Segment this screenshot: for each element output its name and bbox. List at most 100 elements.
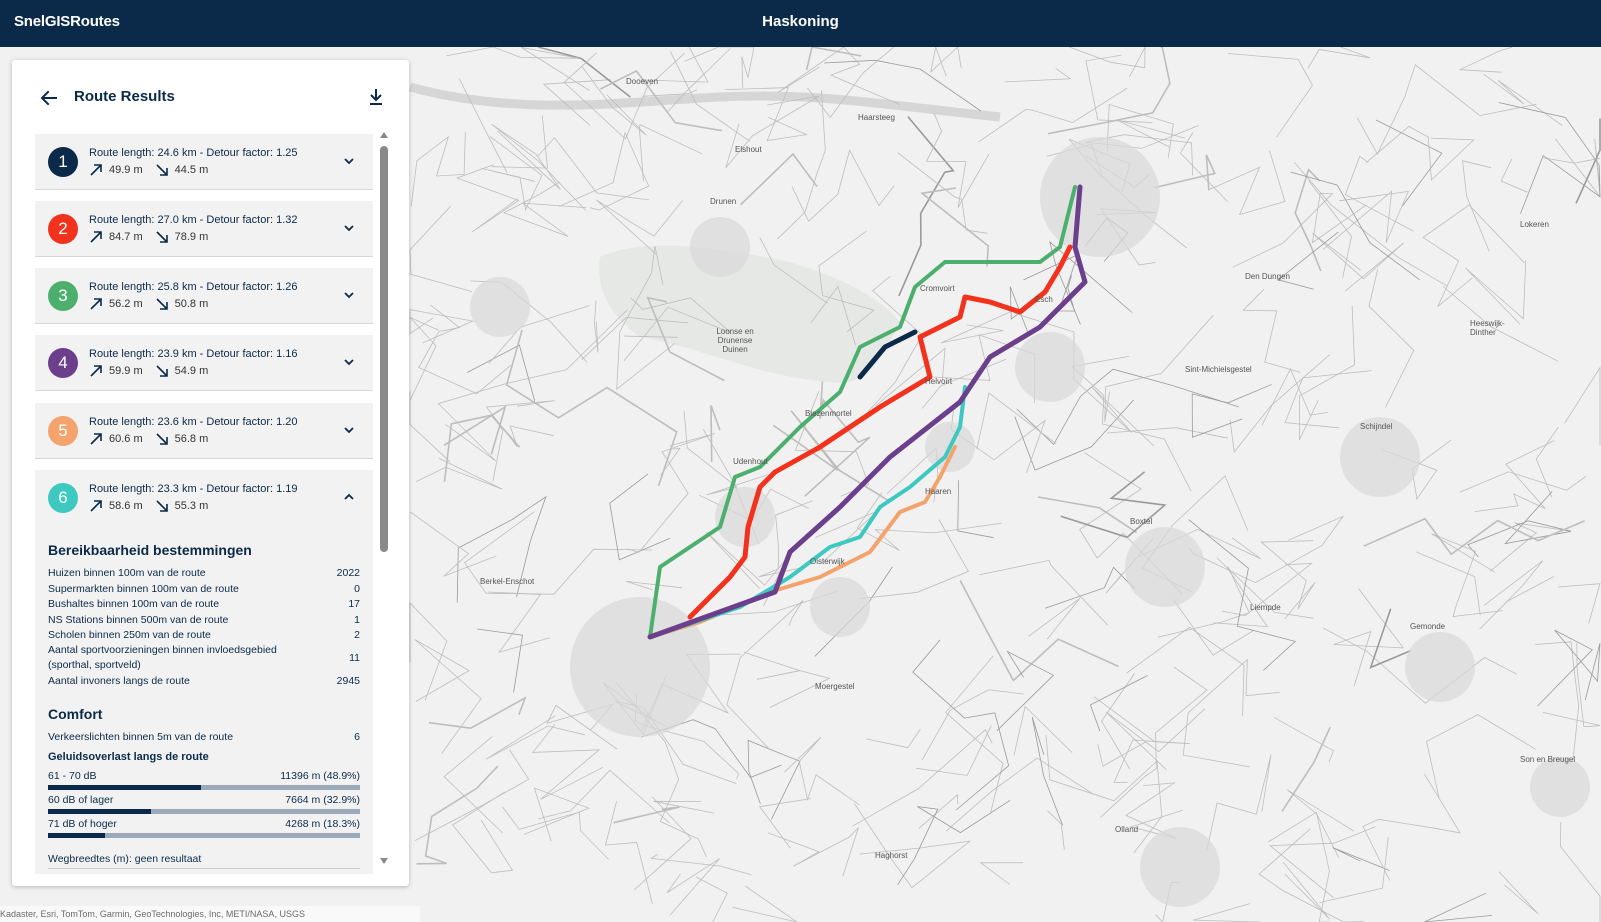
route-card[interactable]: 6 Route length: 23.3 km - Detour factor:…	[35, 470, 373, 526]
road	[1498, 102, 1601, 214]
panel-scrollbar[interactable]	[378, 132, 390, 872]
row-label: Aantal sportvoorzieningen binnen invloed…	[48, 644, 277, 671]
road	[854, 803, 972, 889]
row-value: 17	[348, 598, 360, 610]
road	[940, 311, 1011, 344]
road	[1207, 150, 1286, 216]
ascent-value: 49.9 m	[109, 164, 143, 176]
road	[1116, 119, 1186, 148]
ascent-icon	[90, 365, 102, 377]
road	[1228, 53, 1313, 138]
road	[747, 739, 801, 820]
road	[978, 87, 1128, 143]
scroll-down-arrow[interactable]	[380, 858, 388, 864]
road	[1465, 260, 1527, 325]
chevron-down-icon[interactable]	[342, 221, 356, 235]
road	[1089, 675, 1148, 732]
descent-value: 55.3 m	[174, 500, 209, 512]
road	[1047, 810, 1065, 850]
road	[415, 749, 530, 841]
road	[1557, 583, 1601, 624]
download-button[interactable]	[366, 86, 386, 108]
noise-bar-row: 61 - 70 dB 11396 m (48.9%)	[48, 770, 360, 792]
road	[794, 391, 870, 497]
chevron-down-icon[interactable]	[342, 355, 356, 369]
ascent-icon	[90, 433, 102, 445]
road	[767, 827, 859, 877]
map-place-label: Biezenmortel	[805, 409, 852, 418]
route-card[interactable]: 3 Route length: 25.8 km - Detour factor:…	[35, 268, 373, 324]
road	[481, 136, 543, 211]
route-card[interactable]: 4 Route length: 23.9 km - Detour factor:…	[35, 335, 373, 391]
road	[1416, 551, 1481, 615]
map-place-label: Gemonde	[1410, 622, 1446, 631]
road	[1213, 567, 1269, 628]
ascent-icon	[90, 500, 102, 512]
map-attribution: Kadaster, Esri, TomTom, Garmin, GeoTechn…	[0, 906, 420, 922]
comfort-title: Comfort	[48, 706, 103, 722]
back-button[interactable]	[38, 87, 60, 109]
ascent-value: 59.9 m	[109, 365, 143, 377]
road	[852, 729, 993, 827]
chevron-down-icon[interactable]	[342, 288, 356, 302]
noise-bar-track	[48, 809, 360, 814]
road	[443, 414, 521, 482]
town-area	[1125, 527, 1205, 607]
route-elevation: 56.2 m 50.8 m	[89, 297, 220, 310]
row-value: 2945	[336, 675, 360, 687]
scroll-thumb[interactable]	[380, 146, 388, 552]
road	[1375, 119, 1443, 207]
descent-icon	[156, 500, 168, 512]
road	[650, 853, 752, 876]
road	[1319, 836, 1389, 903]
route-summary: Route length: 23.3 km - Detour factor: 1…	[89, 483, 298, 495]
road	[1535, 641, 1580, 760]
road-network	[409, 47, 1601, 922]
ascent-value: 60.6 m	[109, 433, 143, 445]
top-bar: SnelGISRoutes Haskoning	[0, 0, 1601, 47]
descent-icon	[156, 231, 168, 243]
road	[446, 47, 590, 91]
road	[1182, 658, 1280, 768]
road	[1365, 125, 1475, 181]
road	[1013, 705, 1073, 756]
town-area	[470, 277, 530, 337]
route-card[interactable]: 2 Route length: 27.0 km - Detour factor:…	[35, 201, 373, 257]
road	[477, 628, 523, 693]
route-number-badge: 1	[48, 147, 78, 177]
road	[1268, 826, 1376, 899]
road	[1028, 597, 1081, 640]
map-place-label: Oisterwijk	[810, 557, 845, 566]
chevron-up-icon[interactable]	[342, 490, 356, 504]
map-place-label: Boxtel	[1130, 517, 1153, 526]
road	[1542, 642, 1601, 728]
road	[1085, 54, 1153, 123]
map-place-label: Helvoirt	[925, 377, 953, 386]
map-place-label: Heeswijk-Dinther	[1470, 319, 1505, 337]
road	[537, 137, 650, 201]
route-summary: Route length: 23.9 km - Detour factor: 1…	[89, 348, 298, 360]
road	[627, 433, 715, 553]
scroll-up-arrow[interactable]	[380, 132, 388, 138]
road	[957, 480, 994, 539]
route-list[interactable]: 1 Route length: 24.6 km - Detour factor:…	[35, 134, 373, 874]
road	[443, 736, 503, 834]
row-value: 2	[354, 629, 360, 641]
chevron-down-icon[interactable]	[342, 423, 356, 437]
route-line-6[interactable]	[648, 385, 967, 639]
route-summary: Route length: 23.6 km - Detour factor: 1…	[89, 416, 298, 428]
map-place-label: Haaren	[925, 487, 952, 496]
reachability-row: Aantal invoners langs de route 2945	[48, 674, 360, 689]
route-card[interactable]: 5 Route length: 23.6 km - Detour factor:…	[35, 403, 373, 459]
town-area	[690, 217, 750, 277]
map-place-label: Udenhout	[733, 457, 768, 466]
map-place-label: Elshout	[735, 145, 762, 154]
route-card[interactable]: 1 Route length: 24.6 km - Detour factor:…	[35, 134, 373, 190]
road	[784, 736, 860, 806]
road-width-text: Wegbreedtes (m): geen resultaat	[48, 853, 202, 865]
map-place-label: Esch	[1035, 295, 1053, 304]
road	[1332, 847, 1390, 871]
chevron-down-icon[interactable]	[342, 154, 356, 168]
road	[1368, 269, 1415, 408]
road	[1424, 892, 1493, 922]
